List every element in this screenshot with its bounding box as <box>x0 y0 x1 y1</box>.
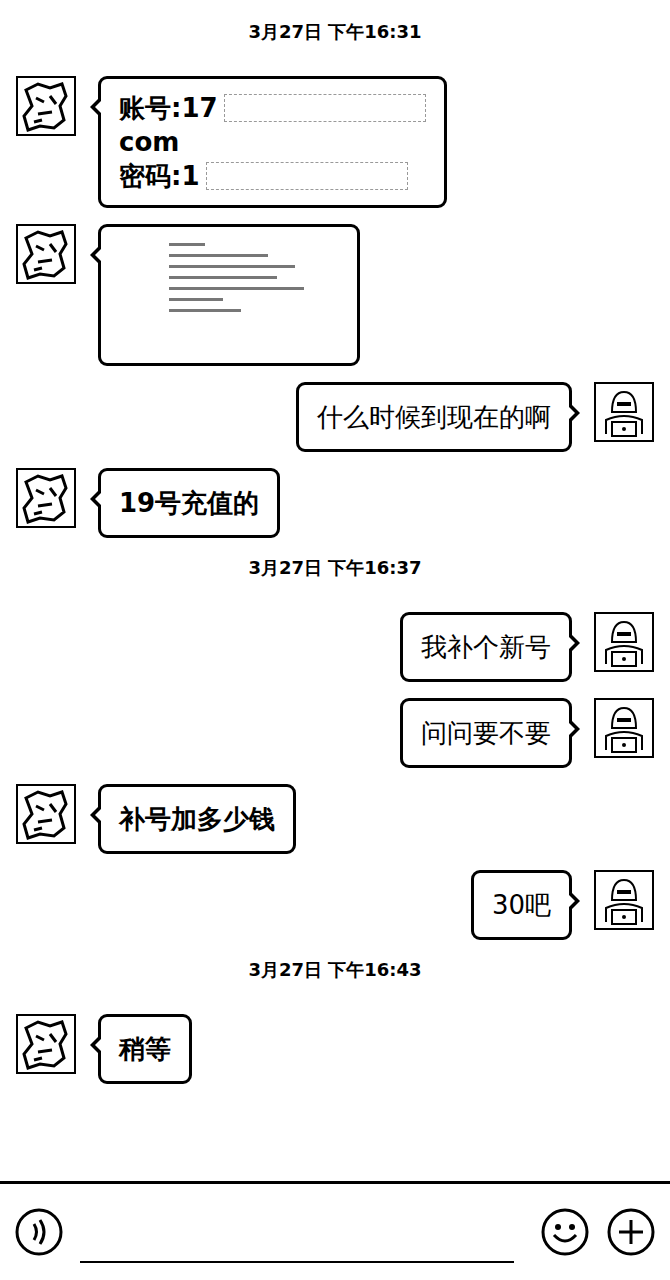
message-bubble[interactable]: 账号:17com密码:1 <box>98 76 447 208</box>
sketch-avatar-icon[interactable] <box>16 1014 76 1074</box>
voice-icon[interactable] <box>14 1207 64 1257</box>
message-row: 稍等 <box>16 1014 654 1084</box>
message-row: 19号充值的 <box>16 468 654 538</box>
timestamp: 3月27日 下午16:37 <box>248 556 421 580</box>
chat-screen: 3月27日 下午16:31 账号:17com密码:1 什么时候到现在的啊19号充值的… <box>0 0 670 1280</box>
message-bubble[interactable]: 30吧 <box>471 870 572 940</box>
message-list: 3月27日 下午16:31 账号:17com密码:1 什么时候到现在的啊19号充值的… <box>0 0 670 1181</box>
hacker-avatar-icon[interactable] <box>594 698 654 758</box>
redaction-box <box>224 94 426 122</box>
message-row <box>16 224 654 366</box>
message-line: 账号:17 <box>119 91 426 125</box>
image-message[interactable] <box>98 224 360 366</box>
input-bar <box>0 1181 670 1280</box>
message-line: 密码:1 <box>119 159 426 193</box>
message-row: 问问要不要 <box>16 698 654 768</box>
message-bubble[interactable]: 19号充值的 <box>98 468 280 538</box>
message-row: 账号:17com密码:1 <box>16 76 654 208</box>
emoji-icon[interactable] <box>540 1207 590 1257</box>
sketch-avatar-icon[interactable] <box>16 468 76 528</box>
plus-icon[interactable] <box>606 1207 656 1257</box>
sketch-avatar-icon[interactable] <box>16 76 76 136</box>
message-bubble[interactable]: 我补个新号 <box>400 612 572 682</box>
message-line: com <box>119 125 426 159</box>
message-row: 什么时候到现在的啊 <box>16 382 654 452</box>
message-row: 30吧 <box>16 870 654 940</box>
message-row: 我补个新号 <box>16 612 654 682</box>
message-input[interactable] <box>80 1201 514 1263</box>
sketch-avatar-icon[interactable] <box>16 784 76 844</box>
timestamp: 3月27日 下午16:43 <box>248 958 421 982</box>
hacker-avatar-icon[interactable] <box>594 870 654 930</box>
message-row: 补号加多少钱 <box>16 784 654 854</box>
document-preview <box>109 235 349 355</box>
message-bubble[interactable]: 问问要不要 <box>400 698 572 768</box>
hacker-avatar-icon[interactable] <box>594 382 654 442</box>
message-bubble[interactable]: 补号加多少钱 <box>98 784 296 854</box>
message-bubble[interactable]: 稍等 <box>98 1014 192 1084</box>
hacker-avatar-icon[interactable] <box>594 612 654 672</box>
sketch-avatar-icon[interactable] <box>16 224 76 284</box>
timestamp: 3月27日 下午16:31 <box>248 20 421 44</box>
message-bubble[interactable]: 什么时候到现在的啊 <box>296 382 572 452</box>
redaction-box <box>206 162 408 190</box>
